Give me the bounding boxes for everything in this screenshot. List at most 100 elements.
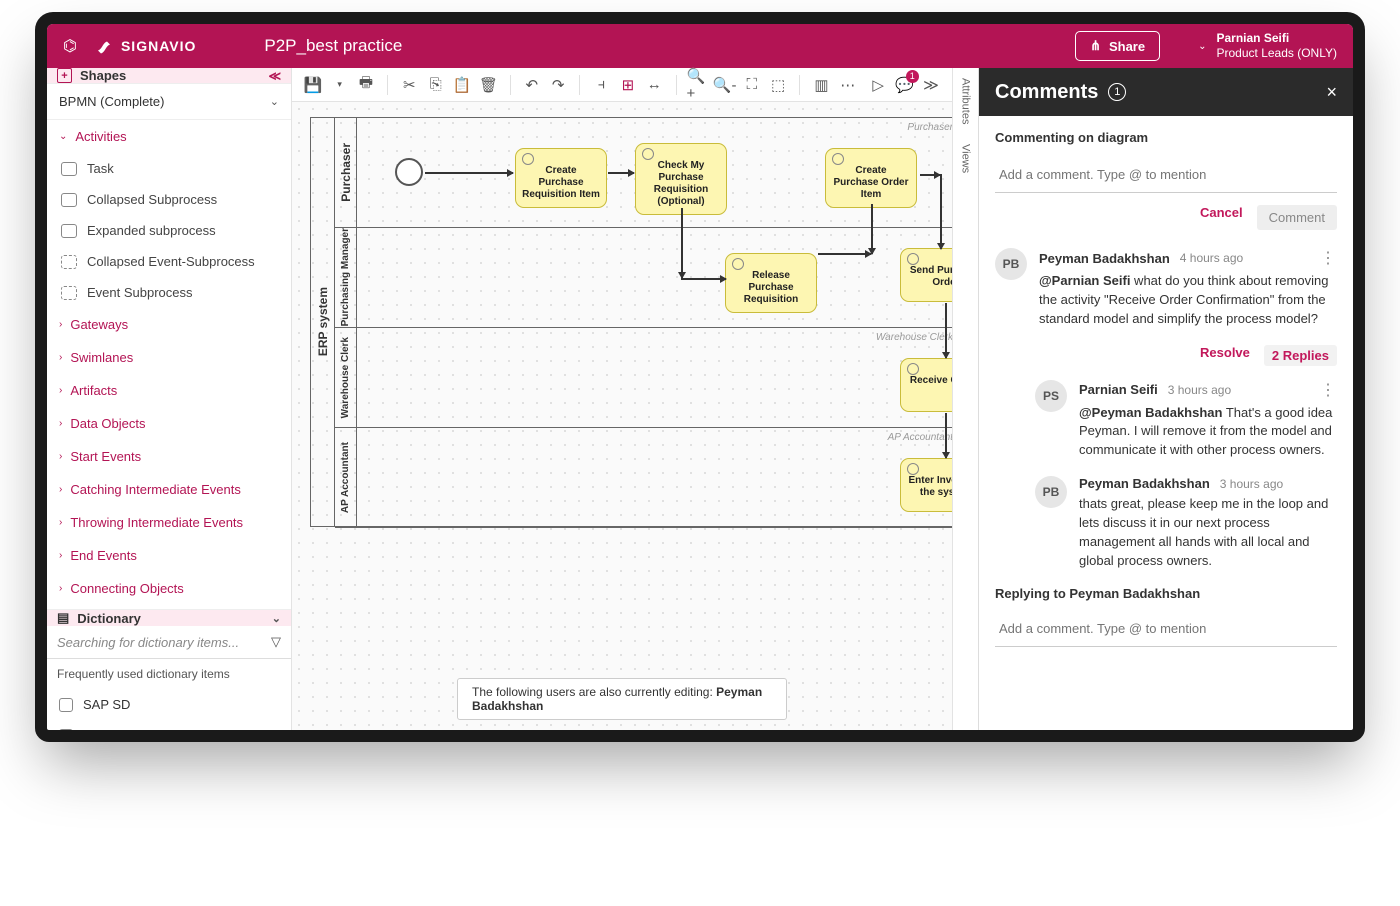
save-button[interactable]: 💾 (302, 73, 324, 97)
user-menu[interactable]: ⌄ Parnian Seifi Product Leads (ONLY) (1198, 31, 1337, 61)
print-button[interactable]: 🖶 (355, 73, 377, 97)
category-gateways[interactable]: ›Gateways (47, 308, 291, 341)
share-icon: ⋔ (1090, 38, 1101, 54)
sequence-flow (818, 253, 871, 255)
task-receive-goods[interactable]: Receive Goods (900, 358, 952, 412)
category-artifacts[interactable]: ›Artifacts (47, 374, 291, 407)
sequence-flow (681, 208, 683, 278)
replies-badge[interactable]: 2 Replies (1264, 345, 1337, 366)
task-release-requisition[interactable]: Release Purchase Requisition (725, 253, 817, 313)
chevron-down-icon: ⌄ (272, 612, 281, 625)
task-create-po[interactable]: Create Purchase Order Item (825, 148, 917, 208)
chevron-right-icon: › (59, 583, 62, 594)
delete-button[interactable]: 🗑 (477, 73, 499, 97)
user-role: Product Leads (ONLY) (1217, 46, 1338, 61)
shape-collapsed-event-subprocess[interactable]: Collapsed Event-Subprocess (47, 246, 291, 277)
comments-button[interactable]: 💬 (893, 73, 915, 97)
shapes-header[interactable]: + Shapes ≪ (47, 68, 291, 84)
comment-reply: PB Peyman Badakhshan3 hours ago thats gr… (1035, 476, 1337, 570)
lane-warehouse-clerk[interactable]: Warehouse Clerk Warehouse Clerk Receive … (335, 328, 952, 428)
close-icon[interactable]: × (1326, 82, 1337, 103)
task-send-po[interactable]: Send Purchase Order (900, 248, 952, 302)
start-event[interactable] (395, 158, 423, 186)
task-enter-invoice[interactable]: Enter Invoice to the system (900, 458, 952, 512)
redo-button[interactable]: ↷ (547, 73, 569, 97)
category-throwing-intermediate[interactable]: ›Throwing Intermediate Events (47, 506, 291, 539)
category-activities[interactable]: ⌄Activities (47, 120, 291, 153)
task-check-requisition[interactable]: Check My Purchase Requisition (Optional) (635, 143, 727, 215)
category-swimlanes[interactable]: ›Swimlanes (47, 341, 291, 374)
collapse-right-button[interactable]: ≫ (920, 73, 942, 97)
more-icon[interactable]: ⋮ (1320, 380, 1337, 400)
preview-button[interactable]: ▷ (867, 73, 889, 97)
resolve-button[interactable]: Resolve (1200, 345, 1250, 366)
more-icon[interactable]: ⋮ (1320, 248, 1337, 268)
grid-button[interactable]: ⊞ (617, 73, 639, 97)
cut-button[interactable]: ✂ (398, 73, 420, 97)
brand: SIGNAVIO (95, 37, 196, 55)
bpmn-pool[interactable]: ERP system Purchaser Purchaser Create Pu… (310, 117, 952, 527)
sequence-flow (425, 172, 513, 174)
copy-button[interactable]: ⎘ (425, 73, 447, 97)
pool-title: ERP system (316, 287, 330, 356)
reply-input[interactable] (995, 611, 1337, 647)
shape-expanded-subprocess[interactable]: Expanded subprocess (47, 215, 291, 246)
lane-purchasing-manager[interactable]: Purchasing Manager Release Purchase Requ… (335, 228, 952, 328)
undo-button[interactable]: ↶ (521, 73, 543, 97)
comment-text: @Parnian Seifi what do you think about r… (1039, 272, 1337, 329)
plus-icon[interactable]: + (57, 68, 72, 83)
comments-count: 1 (1108, 83, 1126, 101)
shape-task[interactable]: Task (47, 153, 291, 184)
category-catching-intermediate[interactable]: ›Catching Intermediate Events (47, 473, 291, 506)
shape-collapsed-subprocess[interactable]: Collapsed Subprocess (47, 184, 291, 215)
save-dropdown[interactable]: ▾ (328, 73, 350, 97)
lane-purchaser[interactable]: Purchaser Purchaser Create Purchase Requ… (335, 118, 952, 228)
hierarchy-icon[interactable]: ⌬ (63, 36, 77, 56)
layout-button[interactable]: ▥ (810, 73, 832, 97)
fit-button[interactable]: ⛶ (741, 73, 763, 97)
align-button[interactable]: ⫞ (590, 73, 612, 97)
share-button[interactable]: ⋔ Share (1075, 31, 1160, 61)
comment-item: PB Peyman Badakhshan4 hours ago⋮ @Parnia… (995, 248, 1337, 329)
canvas-area: 💾 ▾ 🖶 ✂ ⎘ 📋 🗑 ↶ ↷ ⫞ ⊞ ↔ 🔍+ 🔍- ⛶ ⬚ ▥ ⋯ ▷ (292, 68, 952, 730)
chevron-right-icon: › (59, 319, 62, 330)
comment-input[interactable] (995, 157, 1337, 193)
category-end-events[interactable]: ›End Events (47, 539, 291, 572)
chevron-right-icon: › (59, 418, 62, 429)
zoom-in-button[interactable]: 🔍+ (686, 73, 708, 97)
right-vertical-tabs: Attributes Views (952, 68, 978, 730)
select-button[interactable]: ⬚ (767, 73, 789, 97)
collapse-icon[interactable]: ≪ (268, 69, 281, 83)
more-button[interactable]: ⋯ (837, 73, 859, 97)
dict-item[interactable]: SAP SD (47, 689, 291, 720)
subprocess-icon (61, 224, 77, 238)
cancel-button[interactable]: Cancel (1200, 205, 1243, 230)
logo-icon (95, 37, 113, 55)
comment-submit-button[interactable]: Comment (1257, 205, 1337, 230)
zoom-out-button[interactable]: 🔍- (713, 73, 737, 97)
task-create-requisition[interactable]: Create Purchase Requisition Item (515, 148, 607, 208)
comment-text: @Peyman Badakhshan That's a good idea Pe… (1079, 404, 1337, 461)
comments-header: Comments 1 × (979, 68, 1353, 116)
tab-views[interactable]: Views (960, 144, 972, 173)
tab-attributes[interactable]: Attributes (960, 78, 972, 124)
dictionary-search[interactable]: Searching for dictionary items... ▽ (47, 626, 291, 659)
spacing-button[interactable]: ↔ (643, 73, 665, 97)
paste-button[interactable]: 📋 (451, 73, 473, 97)
dict-item[interactable]: Deliver (47, 720, 291, 730)
diagram-canvas[interactable]: ERP system Purchaser Purchaser Create Pu… (292, 102, 952, 730)
category-start-events[interactable]: ›Start Events (47, 440, 291, 473)
shape-event-subprocess[interactable]: Event Subprocess (47, 277, 291, 308)
shape-set-select[interactable]: BPMN (Complete)⌄ (47, 84, 291, 120)
sequence-flow (871, 204, 873, 254)
sequence-flow (945, 303, 947, 358)
category-connecting-objects[interactable]: ›Connecting Objects (47, 572, 291, 605)
avatar: PB (1035, 476, 1067, 508)
chevron-right-icon: › (59, 451, 62, 462)
category-data-objects[interactable]: ›Data Objects (47, 407, 291, 440)
comment-text: thats great, please keep me in the loop … (1079, 495, 1337, 570)
document-title: P2P_best practice (264, 36, 402, 56)
filter-icon[interactable]: ▽ (271, 634, 281, 650)
dictionary-header[interactable]: ▤ Dictionary ⌄ (47, 609, 291, 626)
lane-ap-accountant[interactable]: AP Accountant AP Accountant Enter Invoic… (335, 428, 952, 528)
